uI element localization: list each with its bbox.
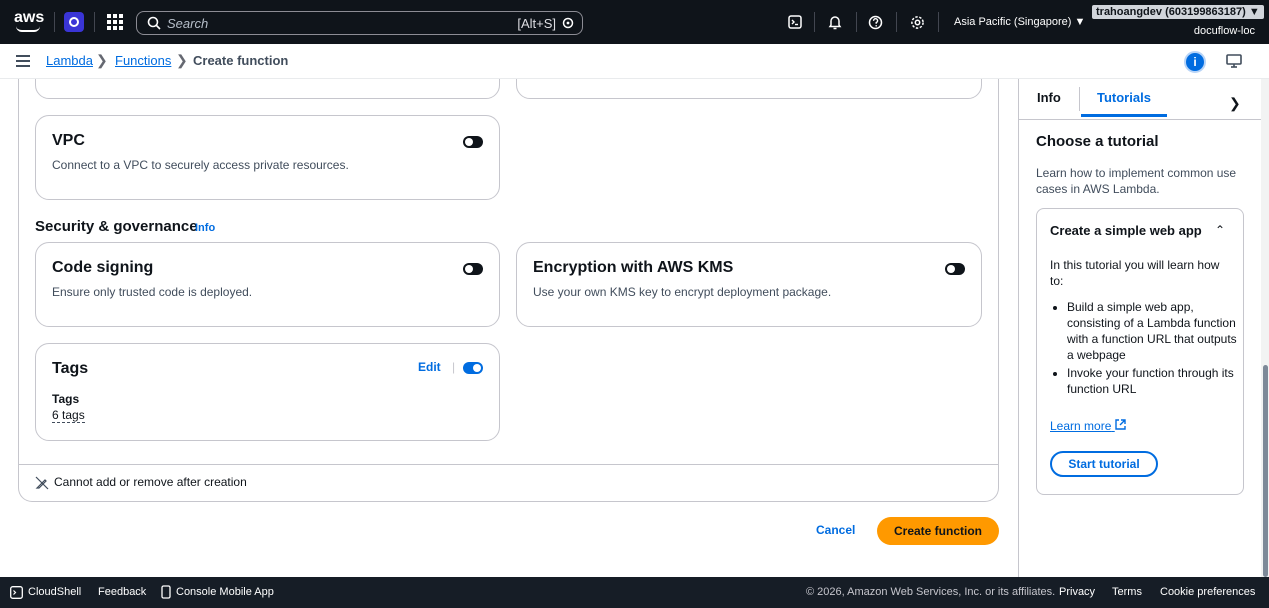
service-icon[interactable] [64, 12, 84, 32]
scrollbar-thumb[interactable] [1263, 365, 1268, 577]
cancel-button[interactable]: Cancel [816, 523, 855, 537]
help-side-panel: Info Tutorials ❯ Choose a tutorial Learn… [1018, 79, 1262, 577]
chevron-up-icon[interactable]: ⌃ [1215, 223, 1225, 237]
account-alias: docuflow-loc [1193, 25, 1255, 37]
divider [814, 12, 815, 32]
active-tab-indicator [1081, 114, 1167, 117]
security-heading: Security & governance [35, 218, 198, 235]
no-edit-pencil-icon [35, 476, 49, 490]
search-shortcut: [Alt+S] [517, 16, 556, 31]
learn-more-label: Learn more [1050, 419, 1112, 433]
aws-logo-text: aws [14, 9, 45, 26]
previous-card-right [516, 79, 982, 99]
divider [94, 12, 95, 32]
footer-feedback[interactable]: Feedback [98, 586, 146, 598]
menu-hamburger-icon[interactable] [16, 55, 30, 67]
encryption-description: Use your own KMS key to encrypt deployme… [533, 285, 832, 299]
breadcrumb-functions[interactable]: Functions [115, 53, 171, 68]
vpc-toggle[interactable] [463, 136, 483, 148]
divider [1019, 119, 1262, 120]
cloudshell-icon [10, 586, 23, 599]
encryption-toggle[interactable] [945, 263, 965, 275]
mobile-app-icon [161, 585, 171, 599]
amazon-q-icon [562, 17, 574, 29]
tags-title: Tags [52, 360, 89, 377]
footer-cloudshell[interactable]: CloudShell [28, 586, 81, 598]
footer-privacy[interactable]: Privacy [1059, 586, 1095, 598]
creation-note: Cannot add or remove after creation [54, 475, 247, 489]
vpc-title: VPC [52, 132, 85, 149]
tutorial-card: Create a simple web app ⌃ In this tutori… [1036, 208, 1244, 495]
tutorial-bullets: Build a simple web app, consisting of a … [1067, 299, 1237, 399]
chevron-right-icon: ❯ [176, 52, 188, 68]
tags-label: Tags [52, 392, 80, 406]
vpc-card: VPC Connect to a VPC to securely access … [35, 115, 500, 200]
region-selector[interactable]: Asia Pacific (Singapore) ▼ [954, 16, 1085, 28]
code-signing-description: Ensure only trusted code is deployed. [52, 285, 253, 299]
breadcrumb-bar: Lambda ❯ Functions ❯ Create function i [0, 44, 1269, 79]
tab-tutorials[interactable]: Tutorials [1097, 90, 1151, 105]
code-signing-card: Code signing Ensure only trusted code is… [35, 242, 500, 327]
settings-gear-icon[interactable] [908, 13, 926, 31]
cloudshell-icon[interactable] [786, 13, 804, 31]
tutorial-description: In this tutorial you will learn how to: [1050, 258, 1220, 288]
divider: | [452, 360, 456, 374]
tags-value[interactable]: 6 tags [52, 408, 85, 423]
account-menu[interactable]: trahoangdev (603199863187) ▼ [1092, 5, 1264, 19]
encryption-card: Encryption with AWS KMS Use your own KMS… [516, 242, 982, 327]
panel-intro: Learn how to implement common use cases … [1036, 166, 1237, 196]
footer-terms[interactable]: Terms [1112, 586, 1142, 598]
help-icon[interactable] [866, 13, 884, 31]
chevron-right-icon: ❯ [96, 52, 108, 68]
previous-card-left [35, 79, 500, 99]
aws-logo[interactable]: aws [14, 10, 48, 34]
start-tutorial-button[interactable]: Start tutorial [1050, 451, 1158, 477]
search-input[interactable]: Search [Alt+S] [136, 11, 583, 35]
external-link-icon [1115, 419, 1126, 430]
main-content: VPC Connect to a VPC to securely access … [0, 79, 1018, 577]
tags-edit-link[interactable]: Edit [418, 360, 441, 374]
divider [1079, 87, 1080, 111]
tags-toggle[interactable] [463, 362, 483, 374]
services-grid-icon[interactable] [107, 14, 123, 30]
list-item: Invoke your function through its functio… [1067, 365, 1237, 397]
code-signing-title: Code signing [52, 259, 154, 276]
top-navigation-bar: aws Search [Alt+S] Asia Pacific (Singapo… [0, 0, 1269, 44]
divider [54, 12, 55, 32]
divider [856, 12, 857, 32]
divider [896, 12, 897, 32]
footer-bar: CloudShell Feedback Console Mobile App ©… [0, 577, 1269, 608]
chevron-right-icon[interactable]: ❯ [1229, 95, 1241, 112]
feedback-icon[interactable] [1226, 53, 1242, 69]
code-signing-toggle[interactable] [463, 263, 483, 275]
tags-card: Tags Edit | Tags 6 tags [35, 343, 500, 441]
create-function-button[interactable]: Create function [877, 517, 999, 545]
tutorial-title[interactable]: Create a simple web app [1050, 223, 1202, 238]
divider [19, 464, 998, 465]
vpc-description: Connect to a VPC to securely access priv… [52, 158, 349, 172]
search-placeholder: Search [167, 16, 209, 31]
info-panel-icon[interactable]: i [1184, 51, 1206, 73]
breadcrumb-lambda[interactable]: Lambda [46, 53, 93, 68]
notifications-bell-icon[interactable] [826, 13, 844, 31]
divider [938, 12, 939, 32]
footer-mobile-app[interactable]: Console Mobile App [176, 586, 274, 598]
search-icon [147, 16, 161, 30]
encryption-title: Encryption with AWS KMS [533, 259, 734, 276]
footer-cookie-preferences[interactable]: Cookie preferences [1160, 586, 1255, 598]
footer-copyright: © 2026, Amazon Web Services, Inc. or its… [806, 586, 1056, 598]
learn-more-link[interactable]: Learn more [1050, 419, 1126, 433]
security-info-link[interactable]: Info [195, 222, 215, 234]
list-item: Build a simple web app, consisting of a … [1067, 299, 1237, 363]
breadcrumb-current: Create function [193, 53, 289, 68]
panel-heading: Choose a tutorial [1036, 133, 1159, 150]
tab-info[interactable]: Info [1037, 90, 1061, 105]
